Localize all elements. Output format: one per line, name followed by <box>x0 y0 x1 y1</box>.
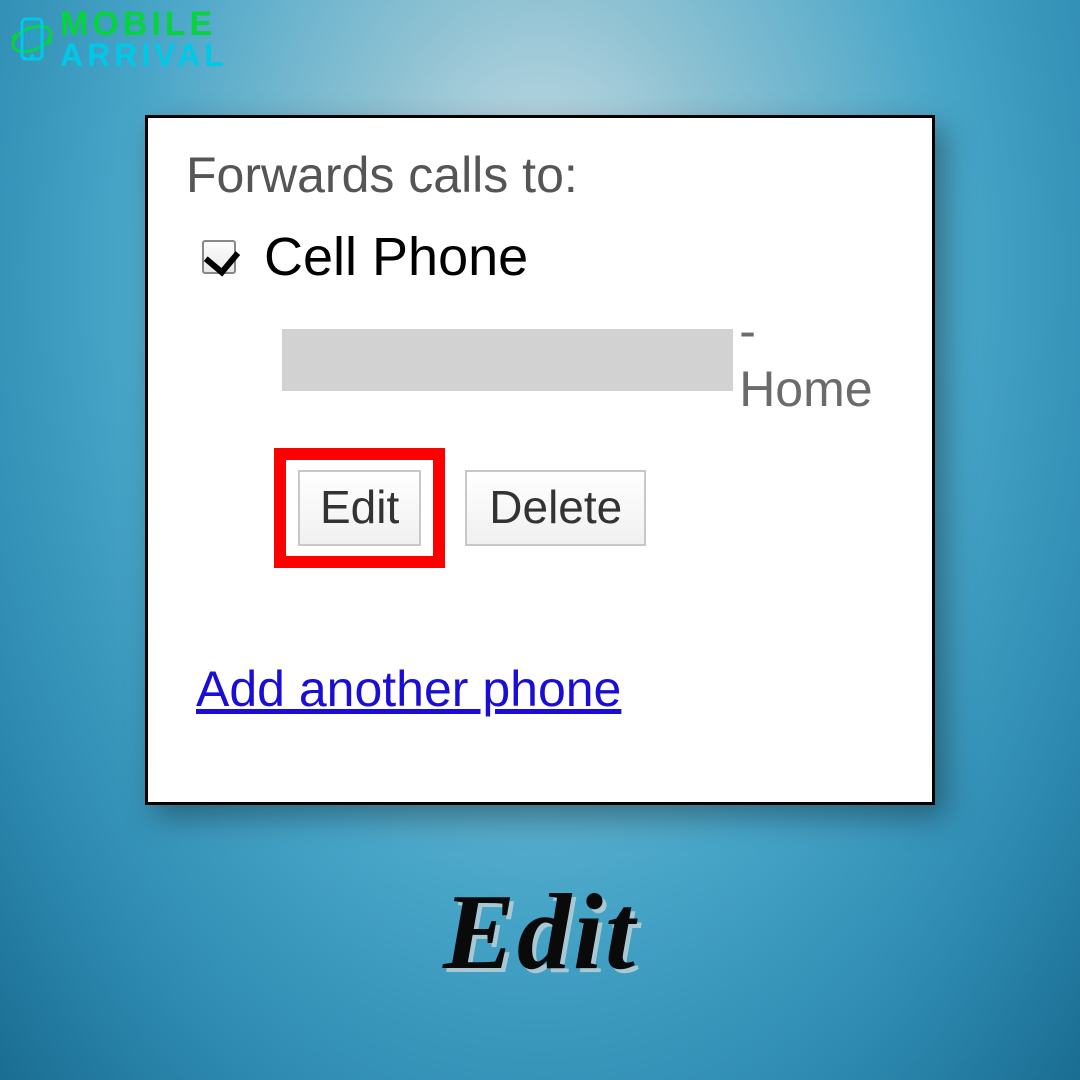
brand-text: MOBILE ARRIVAL <box>60 8 228 71</box>
brand-line1: MOBILE <box>60 8 228 40</box>
phone-number-row: - Home <box>282 302 900 418</box>
edit-button[interactable]: Edit <box>298 470 421 546</box>
add-another-phone-link[interactable]: Add another phone <box>196 660 621 718</box>
phone-icon <box>10 13 54 65</box>
phone-type-label: - Home <box>739 302 900 418</box>
brand-line2: ARRIVAL <box>60 40 228 70</box>
phone-number-redacted <box>282 329 733 391</box>
brand-logo: MOBILE ARRIVAL <box>10 8 228 71</box>
action-buttons-row: Edit Delete <box>274 448 900 568</box>
screenshot-panel: Forwards calls to: Cell Phone - Home Edi… <box>145 115 935 805</box>
call-forward-settings: Forwards calls to: Cell Phone - Home Edi… <box>145 115 935 805</box>
edit-highlight-box: Edit <box>274 448 445 568</box>
phone-checkbox[interactable] <box>202 240 236 274</box>
caption-text: Edit <box>0 871 1080 995</box>
phone-label: Cell Phone <box>264 226 528 288</box>
section-heading: Forwards calls to: <box>186 146 900 204</box>
phone-row: Cell Phone <box>202 226 900 288</box>
delete-button[interactable]: Delete <box>465 470 646 546</box>
